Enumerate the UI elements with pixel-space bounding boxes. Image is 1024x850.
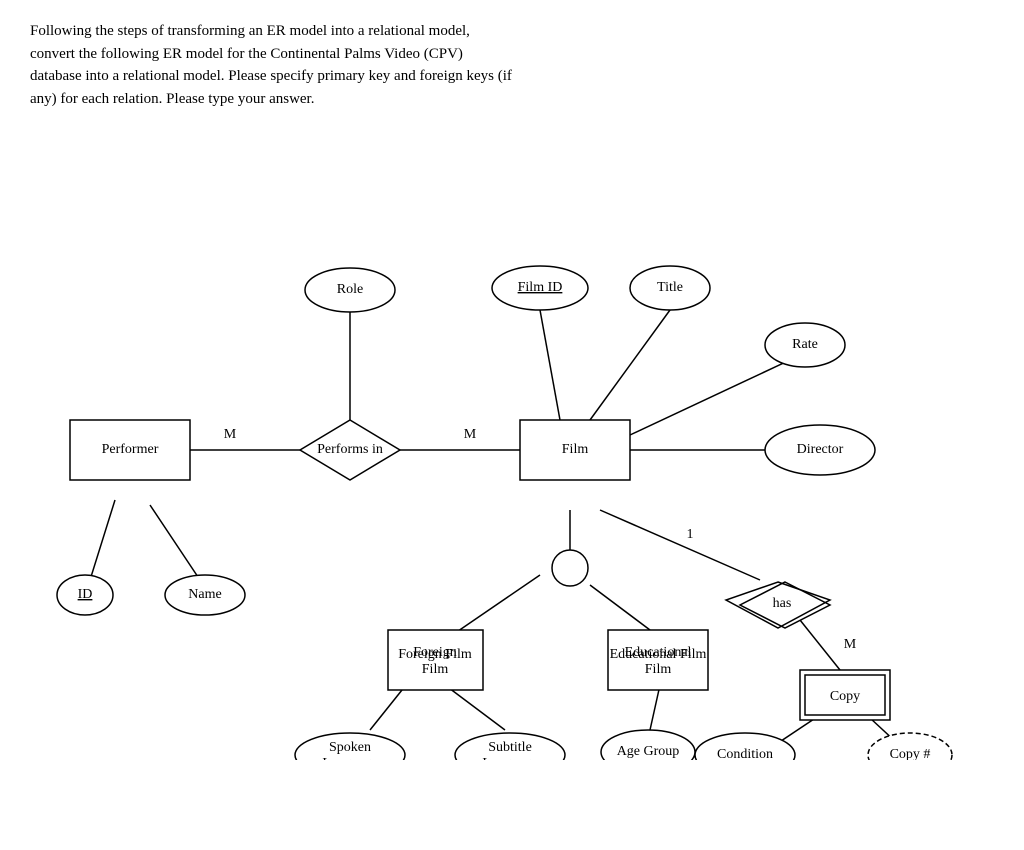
id-label: ID	[78, 587, 93, 602]
subtitle-language-label: Subtitle	[488, 740, 532, 755]
edu-film-text2: Film	[645, 662, 672, 677]
subtitle-language-label2: Language	[482, 756, 537, 760]
film-label: Film	[562, 442, 589, 457]
foreign-film-text2: Film	[422, 662, 449, 677]
copyhash-label: Copy #	[890, 747, 931, 760]
role-label: Role	[337, 282, 363, 297]
title-label: Title	[657, 280, 683, 295]
performs-in-label: Performs in	[317, 442, 383, 457]
has-label: has	[773, 596, 792, 611]
er-diagram: M M 1 M	[30, 140, 990, 760]
isa-circle	[552, 550, 588, 586]
svg-text:M: M	[224, 427, 237, 442]
performer-label: Performer	[102, 442, 159, 457]
problem-description: Following the steps of transforming an E…	[30, 20, 730, 110]
svg-text:M: M	[844, 637, 857, 652]
condition-label: Condition	[717, 747, 773, 760]
edu-film-text1: Educational	[625, 645, 692, 660]
copy-label: Copy	[830, 689, 860, 704]
rate-label: Rate	[792, 337, 818, 352]
svg-text:1: 1	[687, 527, 694, 542]
foreign-film-text1: Foreign	[413, 645, 457, 660]
diagram-svg: M M 1 M	[30, 140, 990, 760]
svg-text:M: M	[464, 427, 477, 442]
age-group-label: Age Group	[617, 744, 680, 759]
spoken-language-label2: Language	[322, 756, 377, 760]
name-label: Name	[188, 587, 221, 602]
filmid-label: Film ID	[518, 280, 563, 295]
director-label: Director	[797, 442, 844, 457]
spoken-language-label: Spoken	[329, 740, 371, 755]
